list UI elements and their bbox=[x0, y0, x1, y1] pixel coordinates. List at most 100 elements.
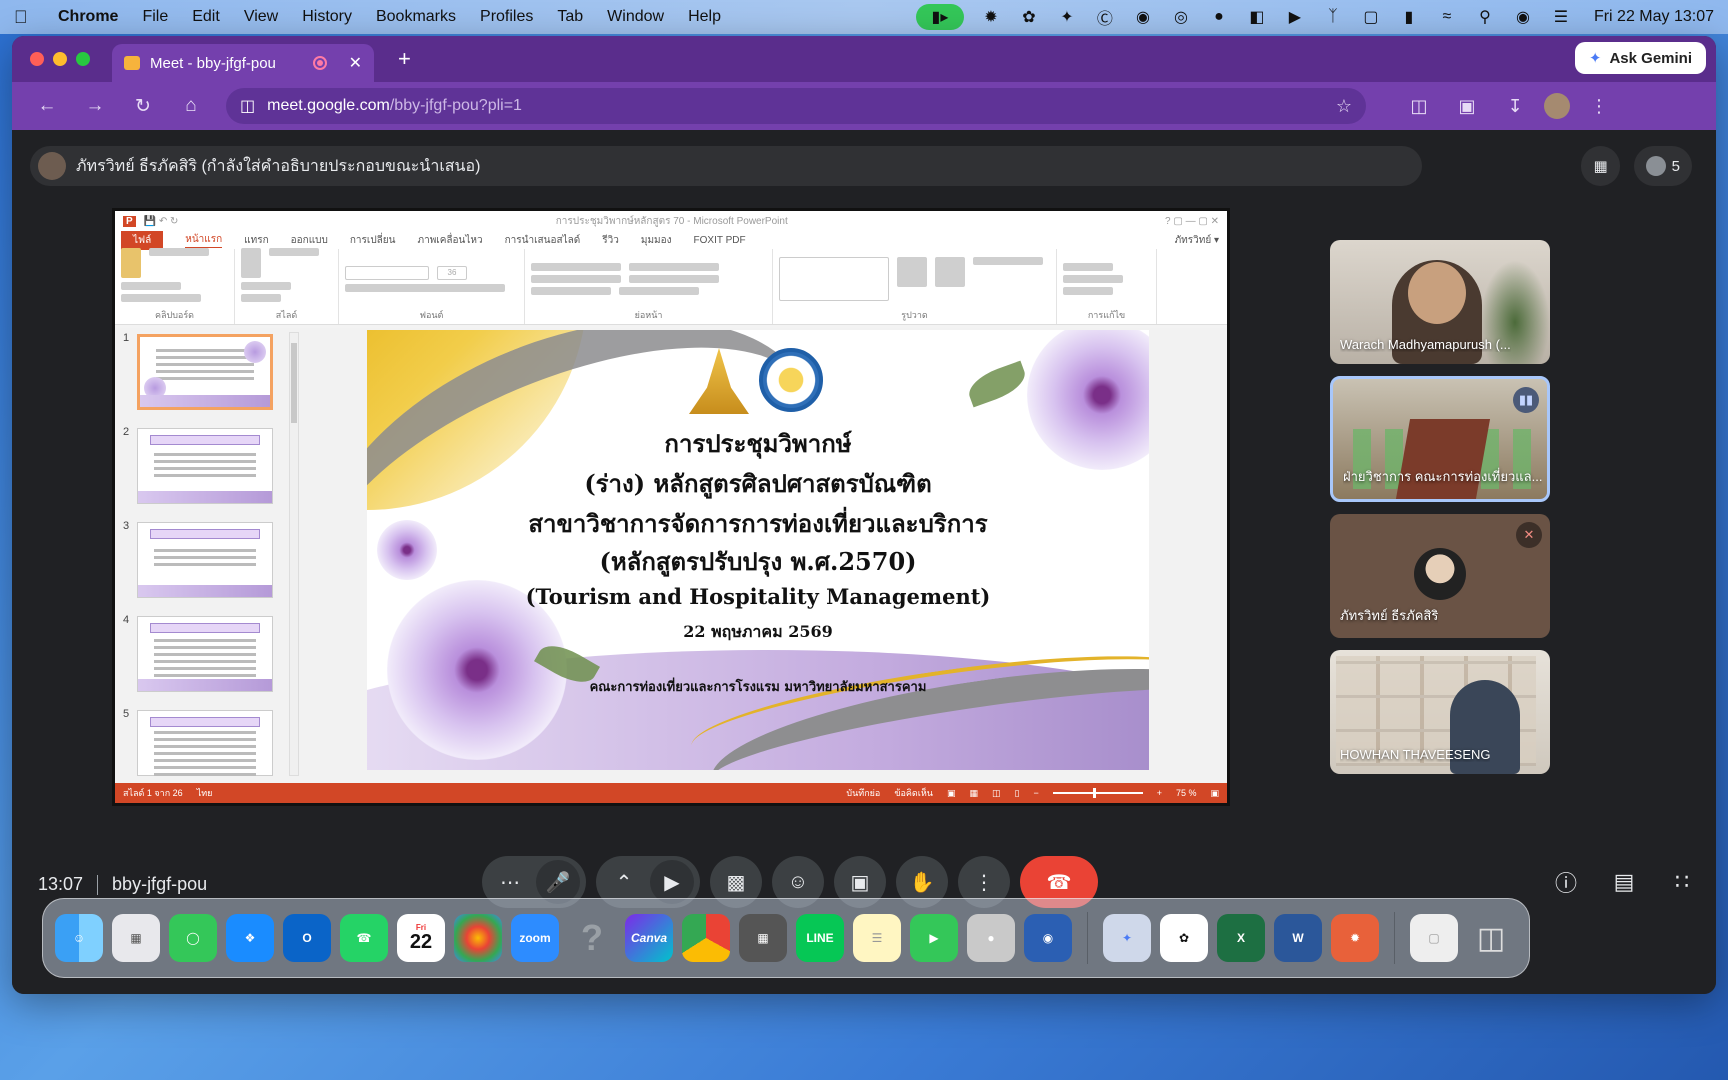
launchpad-icon[interactable]: ▦ bbox=[112, 914, 160, 962]
notes-icon[interactable]: ☰ bbox=[853, 914, 901, 962]
apple-menu-icon[interactable]:  bbox=[14, 7, 44, 28]
search-icon[interactable]: ⚲ bbox=[1474, 6, 1496, 28]
slide-canvas[interactable]: การประชุมวิพากษ์ (ร่าง) หลักสูตรศิลปศาสต… bbox=[367, 330, 1149, 770]
battery-icon[interactable]: ▮ bbox=[1398, 6, 1420, 28]
tab-meet[interactable]: Meet - bby-jfgf-pou ✕ bbox=[112, 44, 374, 82]
zoom-level[interactable]: 75 % bbox=[1176, 788, 1197, 798]
site-info-icon[interactable]: ◫ bbox=[240, 96, 255, 116]
contacts-icon[interactable]: ● bbox=[967, 914, 1015, 962]
chrome-icon[interactable] bbox=[682, 914, 730, 962]
menu-bookmarks[interactable]: Bookmarks bbox=[376, 8, 456, 26]
media-play-icon[interactable]: ▶ bbox=[1284, 6, 1306, 28]
excel-icon[interactable]: X bbox=[1217, 914, 1265, 962]
extensions-icon[interactable]: ◫ bbox=[1400, 96, 1438, 117]
menu-history[interactable]: History bbox=[302, 8, 352, 26]
ppt-tab-transitions[interactable]: การเปลี่ยน bbox=[350, 233, 396, 248]
safari-icon[interactable]: ❖ bbox=[226, 914, 274, 962]
home-button[interactable]: ⌂ bbox=[172, 95, 210, 117]
wifi-icon[interactable]: ≈ bbox=[1436, 6, 1458, 28]
zoom-slider[interactable] bbox=[1052, 788, 1143, 798]
slide-thumbnail[interactable] bbox=[137, 428, 273, 504]
normal-view-icon[interactable]: ▣ bbox=[947, 788, 956, 799]
sorter-view-icon[interactable]: ▦ bbox=[969, 788, 978, 799]
participant-tile[interactable]: Warach Madhyamapurush (... bbox=[1330, 240, 1550, 364]
menu-edit[interactable]: Edit bbox=[192, 8, 220, 26]
thumbnail-scrollbar[interactable] bbox=[289, 332, 299, 776]
line-app-icon[interactable]: ◉ bbox=[1132, 6, 1154, 28]
bluetooth-icon[interactable]: ᛉ bbox=[1322, 6, 1344, 28]
chatgpt-icon[interactable]: ✿ bbox=[1018, 6, 1040, 28]
user-icon[interactable]: ● bbox=[1208, 6, 1230, 28]
siri-icon[interactable]: ◉ bbox=[1512, 6, 1534, 28]
ppt-tab-animations[interactable]: ภาพเคลื่อนไหว bbox=[418, 233, 483, 248]
camera-in-use-icon[interactable]: ▮▸ bbox=[915, 4, 964, 30]
ppt-tab-foxit[interactable]: FOXIT PDF bbox=[694, 235, 746, 246]
slide-thumbnail[interactable] bbox=[137, 334, 273, 410]
input-source-icon[interactable]: ▢ bbox=[1360, 6, 1382, 28]
png-file-icon[interactable]: ▢ bbox=[1410, 914, 1458, 962]
airpods-icon[interactable]: ◧ bbox=[1246, 6, 1268, 28]
airdrop-icon[interactable]: ◎ bbox=[1170, 6, 1192, 28]
forward-button[interactable]: → bbox=[76, 95, 114, 117]
ppt-tab-view[interactable]: มุมมอง bbox=[641, 233, 672, 248]
bookmark-star-icon[interactable]: ☆ bbox=[1336, 96, 1352, 117]
thumb-row-5[interactable]: 5 bbox=[123, 708, 283, 788]
zoom-window-button[interactable] bbox=[76, 52, 90, 66]
close-tab-icon[interactable]: ✕ bbox=[349, 53, 362, 73]
menu-app-name[interactable]: Chrome bbox=[58, 8, 118, 26]
notes-button[interactable]: บันทึกย่อ bbox=[846, 786, 880, 800]
layout-icon[interactable]: ▦ bbox=[1581, 146, 1620, 186]
cast-icon[interactable]: ▣ bbox=[1448, 96, 1486, 117]
facetime-icon[interactable]: ▶ bbox=[910, 914, 958, 962]
copyright-app-icon[interactable]: Ⓒ bbox=[1094, 6, 1116, 28]
reading-view-icon[interactable]: ◫ bbox=[992, 788, 1001, 799]
fit-slide-icon[interactable]: ▣ bbox=[1210, 788, 1219, 799]
whatsapp-icon[interactable]: ☎ bbox=[340, 914, 388, 962]
zoom-in-icon[interactable]: + bbox=[1157, 788, 1162, 798]
trash-icon[interactable]: ◫ bbox=[1467, 914, 1515, 962]
finder-icon[interactable]: ☺ bbox=[55, 914, 103, 962]
thumb-row-2[interactable]: 2 bbox=[123, 426, 283, 506]
control-center-icon[interactable]: ☰ bbox=[1550, 6, 1572, 28]
menu-tab[interactable]: Tab bbox=[557, 8, 583, 26]
line-icon[interactable]: LINE bbox=[796, 914, 844, 962]
ppt-user[interactable]: ภัทรวิทย์ ▾ bbox=[1175, 233, 1219, 248]
outlook-icon[interactable]: O bbox=[283, 914, 331, 962]
thumb-row-4[interactable]: 4 bbox=[123, 614, 283, 694]
screen-recorder-icon[interactable]: ◉ bbox=[1024, 914, 1072, 962]
canva-icon[interactable]: Canva bbox=[625, 914, 673, 962]
participant-tile[interactable]: ✕ ภัทรวิทย์ ธีรภัคสิริ bbox=[1330, 514, 1550, 638]
ppt-tab-review[interactable]: รีวิว bbox=[602, 233, 619, 248]
minimize-window-button[interactable] bbox=[53, 52, 67, 66]
slideshow-view-icon[interactable]: ▯ bbox=[1014, 788, 1019, 799]
zoom-out-icon[interactable]: − bbox=[1033, 788, 1038, 798]
sparkle-icon[interactable]: ✹ bbox=[980, 6, 1002, 28]
unknown-app-icon[interactable]: ? bbox=[568, 914, 616, 962]
font-size-box[interactable]: 36 bbox=[437, 265, 467, 280]
participant-tile-active-speaker[interactable]: ▮▮ ฝ่ายวิชาการ คณะการท่องเที่ยวแล... bbox=[1330, 376, 1550, 502]
browser-menu-icon[interactable]: ⋮ bbox=[1580, 96, 1618, 117]
profile-avatar[interactable] bbox=[1544, 93, 1570, 119]
slide-thumbnail[interactable] bbox=[137, 710, 273, 776]
comments-button[interactable]: ข้อคิดเห็น bbox=[894, 786, 933, 800]
meeting-details-icon[interactable]: ⓘ bbox=[1550, 866, 1582, 898]
menu-window[interactable]: Window bbox=[607, 8, 664, 26]
menu-view[interactable]: View bbox=[244, 8, 278, 26]
address-bar[interactable]: ◫ meet.google.com/bby-jfgf-pou?pli=1 ☆ bbox=[226, 88, 1366, 124]
calculator-icon[interactable]: ▦ bbox=[739, 914, 787, 962]
slide-thumbnail[interactable] bbox=[137, 522, 273, 598]
messages-icon[interactable]: ◯ bbox=[169, 914, 217, 962]
ask-gemini-button[interactable]: ✦ Ask Gemini bbox=[1574, 42, 1706, 74]
gemini-app-icon[interactable]: ✦ bbox=[1103, 914, 1151, 962]
participants-button[interactable]: 5 bbox=[1633, 146, 1692, 186]
menu-profiles[interactable]: Profiles bbox=[480, 8, 533, 26]
ppt-window-controls[interactable]: ? ▢ — ▢ ✕ bbox=[1165, 216, 1219, 227]
activities-icon[interactable]: ∷ bbox=[1666, 866, 1698, 898]
menubar-clock[interactable]: Fri 22 May 13:07 bbox=[1594, 8, 1714, 26]
thumb-row-1[interactable]: 1 bbox=[123, 332, 283, 412]
gemini-star-icon[interactable]: ✦ bbox=[1056, 6, 1078, 28]
back-button[interactable]: ← bbox=[28, 95, 66, 117]
menu-file[interactable]: File bbox=[142, 8, 168, 26]
chatgpt-app-icon[interactable]: ✿ bbox=[1160, 914, 1208, 962]
download-icon[interactable]: ↧ bbox=[1496, 96, 1534, 117]
